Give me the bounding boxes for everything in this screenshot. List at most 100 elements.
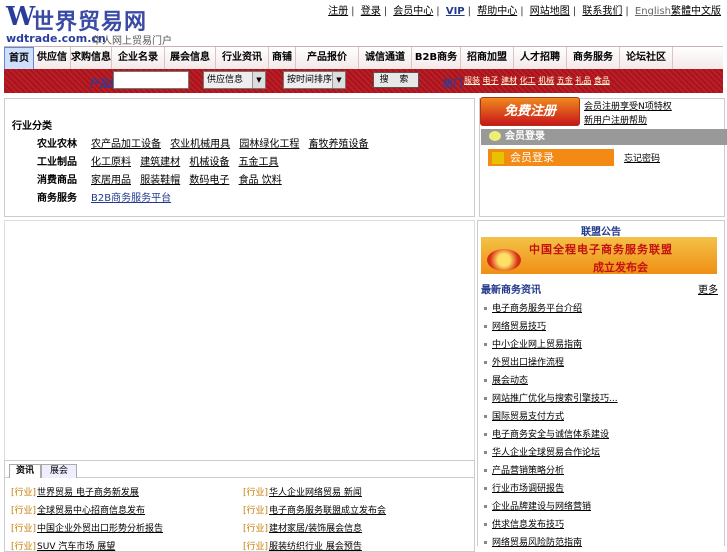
flower-icon xyxy=(487,249,521,271)
toplink-vip[interactable]: VIP xyxy=(446,6,465,17)
news-item[interactable]: [行业]世界贸易 电子商务新发展 xyxy=(11,485,139,498)
category-link[interactable]: 园林绿化工程 xyxy=(239,139,299,150)
news-tabs: 资讯 展会 xyxy=(5,461,474,478)
category-link[interactable]: 数码电子 xyxy=(189,175,229,186)
login-header: 会员登录 xyxy=(481,129,727,145)
hot-label: 热门 xyxy=(443,79,463,90)
news-item[interactable]: [行业]服装纺织行业 展会预告 xyxy=(243,539,362,552)
category-link[interactable]: 建筑建材 xyxy=(140,157,180,168)
hot-link[interactable]: 建材 xyxy=(501,76,517,85)
list-item[interactable]: 产品营销策略分析 xyxy=(484,463,564,476)
site-logo[interactable]: W 世界贸易网 wdtrade.com.cn 华人网上贸易门户 xyxy=(4,2,184,47)
list-item[interactable]: 网站推广优化与搜索引擎技巧... xyxy=(484,391,618,404)
banner-title: 中国全程电子商务服务联盟 xyxy=(529,243,673,256)
search-sort-select[interactable]: 按时间排序 ▼ xyxy=(283,71,346,89)
nav-news[interactable]: 行业资讯 xyxy=(216,47,269,69)
bullet-icon xyxy=(484,307,487,310)
tab-expo[interactable]: 展会 xyxy=(41,464,77,478)
category-link[interactable]: 五金工具 xyxy=(239,157,279,168)
toplink-traditional[interactable]: 繁體中文版 xyxy=(671,6,721,17)
list-item[interactable]: 网络贸易风险防范指南 xyxy=(484,535,582,548)
nav-home[interactable]: 首页 xyxy=(4,47,34,71)
hot-link[interactable]: 电子 xyxy=(483,76,499,85)
toplink-help[interactable]: 帮助中心 xyxy=(477,6,517,17)
forgot-password-link[interactable]: 忘记密码 xyxy=(624,151,660,164)
search-button[interactable]: 搜 索 xyxy=(373,72,419,88)
bullet-icon xyxy=(484,433,487,436)
news-item[interactable]: [行业]建材家居/装饰展会信息 xyxy=(243,521,362,534)
category-link[interactable]: 农业机械用具 xyxy=(170,139,230,150)
nav-forum[interactable]: 论坛社区 xyxy=(620,47,673,69)
list-item[interactable]: 电子商务服务平台介绍 xyxy=(484,301,582,314)
list-item[interactable]: 展会动态 xyxy=(484,373,528,386)
search-input[interactable] xyxy=(113,71,189,89)
logo-mark: W xyxy=(6,2,35,32)
toplink-login[interactable]: 登录 xyxy=(361,6,381,17)
list-item[interactable]: 电子商务安全与诚信体系建设 xyxy=(484,427,609,440)
category-link[interactable]: B2B商务服务平台 xyxy=(91,193,171,204)
toplink-register[interactable]: 注册 xyxy=(328,6,348,17)
news-item[interactable]: [行业]中国企业外贸出口形势分析报告 xyxy=(11,521,163,534)
category-title: 行业分类 xyxy=(12,121,52,132)
list-item[interactable]: 供求信息发布技巧 xyxy=(484,517,564,530)
logo-slogan: 华人网上贸易门户 xyxy=(92,36,172,47)
search-category-select[interactable]: 供应信息 ▼ xyxy=(203,71,266,89)
hot-link[interactable]: 五金 xyxy=(557,76,573,85)
list-item[interactable]: 企业品牌建设与网络营销 xyxy=(484,499,591,512)
nav-b2b[interactable]: B2B商务 xyxy=(412,47,461,69)
hot-link[interactable]: 服装 xyxy=(464,76,480,85)
nav-expo[interactable]: 展会信息 xyxy=(165,47,216,69)
category-name: 商务服务 xyxy=(37,193,77,204)
toplink-member-center[interactable]: 会员中心 xyxy=(393,6,433,17)
event-banner[interactable]: 中国全程电子商务服务联盟 成立发布会 xyxy=(481,237,717,274)
list-item[interactable]: 外贸出口操作流程 xyxy=(484,355,564,368)
list-item[interactable]: 华人企业全球贸易合作论坛 xyxy=(484,445,600,458)
toplink-english[interactable]: English xyxy=(635,6,671,17)
category-name: 工业制品 xyxy=(37,157,77,168)
user-icon xyxy=(492,152,504,164)
category-link[interactable]: 化工原料 xyxy=(91,157,131,168)
hot-link[interactable]: 食品 xyxy=(594,76,610,85)
nav-buy[interactable]: 求购信息 xyxy=(71,47,112,69)
news-item[interactable]: [行业]电子商务服务联盟成立发布会 xyxy=(243,503,386,516)
nav-prices[interactable]: 产品报价 xyxy=(296,47,359,69)
nav-franchise[interactable]: 招商加盟 xyxy=(461,47,514,69)
bullet-icon xyxy=(484,343,487,346)
nav-trust[interactable]: 诚信通道 xyxy=(359,47,412,69)
member-login-button[interactable]: 会员登录 xyxy=(488,149,614,166)
news-item[interactable]: [行业]华人企业网络贸易 新闻 xyxy=(243,485,362,498)
tab-news[interactable]: 资讯 xyxy=(9,464,41,478)
hot-link[interactable]: 化工 xyxy=(520,76,536,85)
list-item[interactable]: 国际贸易支付方式 xyxy=(484,409,564,422)
toplink-sitemap[interactable]: 网站地图 xyxy=(530,6,570,17)
category-link[interactable]: 畜牧养殖设备 xyxy=(309,139,369,150)
nav-companies[interactable]: 企业名录 xyxy=(112,47,165,69)
nav-services[interactable]: 商务服务 xyxy=(567,47,620,69)
bullet-icon xyxy=(484,523,487,526)
news-item[interactable]: [行业]全球贸易中心招商信息发布 xyxy=(11,503,145,516)
register-button[interactable]: 免费注册 xyxy=(480,97,580,126)
nav-jobs[interactable]: 人才招聘 xyxy=(514,47,567,69)
nav-supply[interactable]: 供应信息 xyxy=(34,47,71,85)
main-nav: 首页 供应信息 求购信息 企业名录 展会信息 行业资讯 商铺 产品报价 诚信通道… xyxy=(4,46,723,85)
bullet-icon xyxy=(484,325,487,328)
bullet-icon xyxy=(484,541,487,544)
list-item[interactable]: 中小企业网上贸易指南 xyxy=(484,337,582,350)
register-help-link[interactable]: 新用户注册帮助 xyxy=(584,113,647,126)
category-link[interactable]: 服装鞋帽 xyxy=(140,175,180,186)
category-link[interactable]: 机械设备 xyxy=(189,157,229,168)
member-panel: 免费注册 会员注册享受N项特权 新用户注册帮助 会员登录 会员登录 忘记密码 xyxy=(479,97,727,217)
category-panel: 行业分类 农业农林 农产品加工设备 农业机械用具 园林绿化工程 畜牧养殖设备 工… xyxy=(4,98,475,217)
member-benefits-link[interactable]: 会员注册享受N项特权 xyxy=(584,99,672,112)
news-item[interactable]: [行业]SUV 汽车市场 展望 xyxy=(11,539,115,552)
toplink-contact[interactable]: 联系我们 xyxy=(582,6,622,17)
nav-shops[interactable]: 商铺 xyxy=(269,47,296,69)
hot-link[interactable]: 礼品 xyxy=(575,76,591,85)
category-link[interactable]: 农产品加工设备 xyxy=(91,139,161,150)
category-link[interactable]: 食品 饮料 xyxy=(239,175,282,186)
hot-link[interactable]: 机械 xyxy=(538,76,554,85)
list-item[interactable]: 行业市场调研报告 xyxy=(484,481,564,494)
more-link[interactable]: 更多 xyxy=(698,281,718,296)
list-item[interactable]: 网络贸易技巧 xyxy=(484,319,546,332)
category-link[interactable]: 家居用品 xyxy=(91,175,131,186)
